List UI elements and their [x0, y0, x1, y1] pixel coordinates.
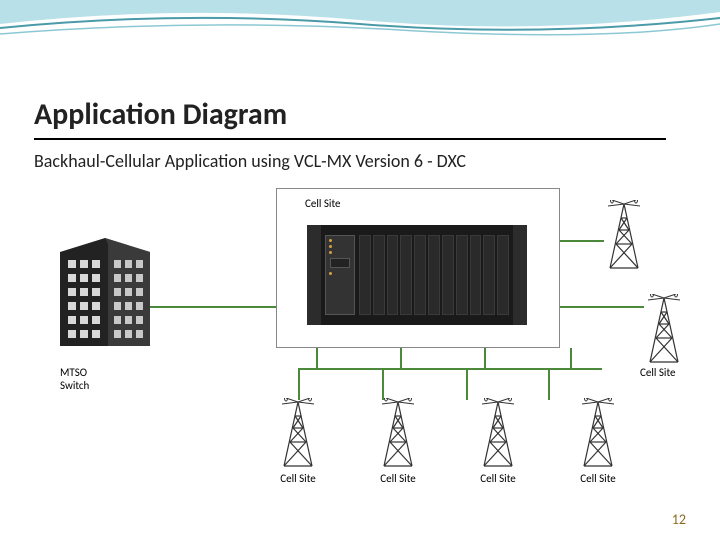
connector-line	[316, 348, 318, 368]
cell-site-label: Cell Site	[640, 366, 676, 379]
bottom-tower-row: Cell Site Cell Site Cell Site Cell Site	[278, 398, 618, 485]
page-subtitle: Backhaul-Cellular Application using VCL-…	[34, 150, 466, 172]
connector-line	[560, 240, 604, 242]
cell-site-label: Cell Site	[380, 472, 416, 485]
mtso-building-icon	[60, 238, 150, 346]
mtso-label-line1: MTSO	[60, 366, 87, 379]
page-title: Application Diagram	[34, 96, 287, 133]
top-wave-decoration	[0, 0, 720, 48]
device-label: Cell Site	[305, 197, 341, 210]
cell-tower-icon	[604, 200, 644, 272]
rack-chassis-icon	[307, 225, 527, 325]
mtso-label: MTSO Switch	[60, 366, 89, 392]
connector-line	[148, 306, 276, 308]
cell-tower-icon	[644, 294, 684, 366]
connector-line	[484, 348, 486, 368]
cell-site-label: Cell Site	[580, 472, 616, 485]
title-underline	[34, 138, 666, 140]
cell-site-label: Cell Site	[480, 472, 516, 485]
cell-tower-icon: Cell Site	[578, 398, 618, 485]
cell-site-label: Cell Site	[280, 472, 316, 485]
cell-tower-icon: Cell Site	[278, 398, 318, 485]
connector-line	[466, 368, 468, 400]
cell-tower-icon: Cell Site	[378, 398, 418, 485]
connector-line	[298, 368, 300, 400]
page-number: 12	[672, 511, 686, 528]
connector-line	[560, 306, 644, 308]
connector-line	[298, 368, 602, 370]
connector-line	[548, 368, 550, 400]
connector-line	[382, 368, 384, 400]
mtso-label-line2: Switch	[60, 379, 89, 392]
cell-tower-icon: Cell Site	[478, 398, 518, 485]
connector-line	[570, 348, 572, 368]
dxc-device-box: Cell Site	[276, 188, 560, 348]
connector-line	[400, 348, 402, 368]
